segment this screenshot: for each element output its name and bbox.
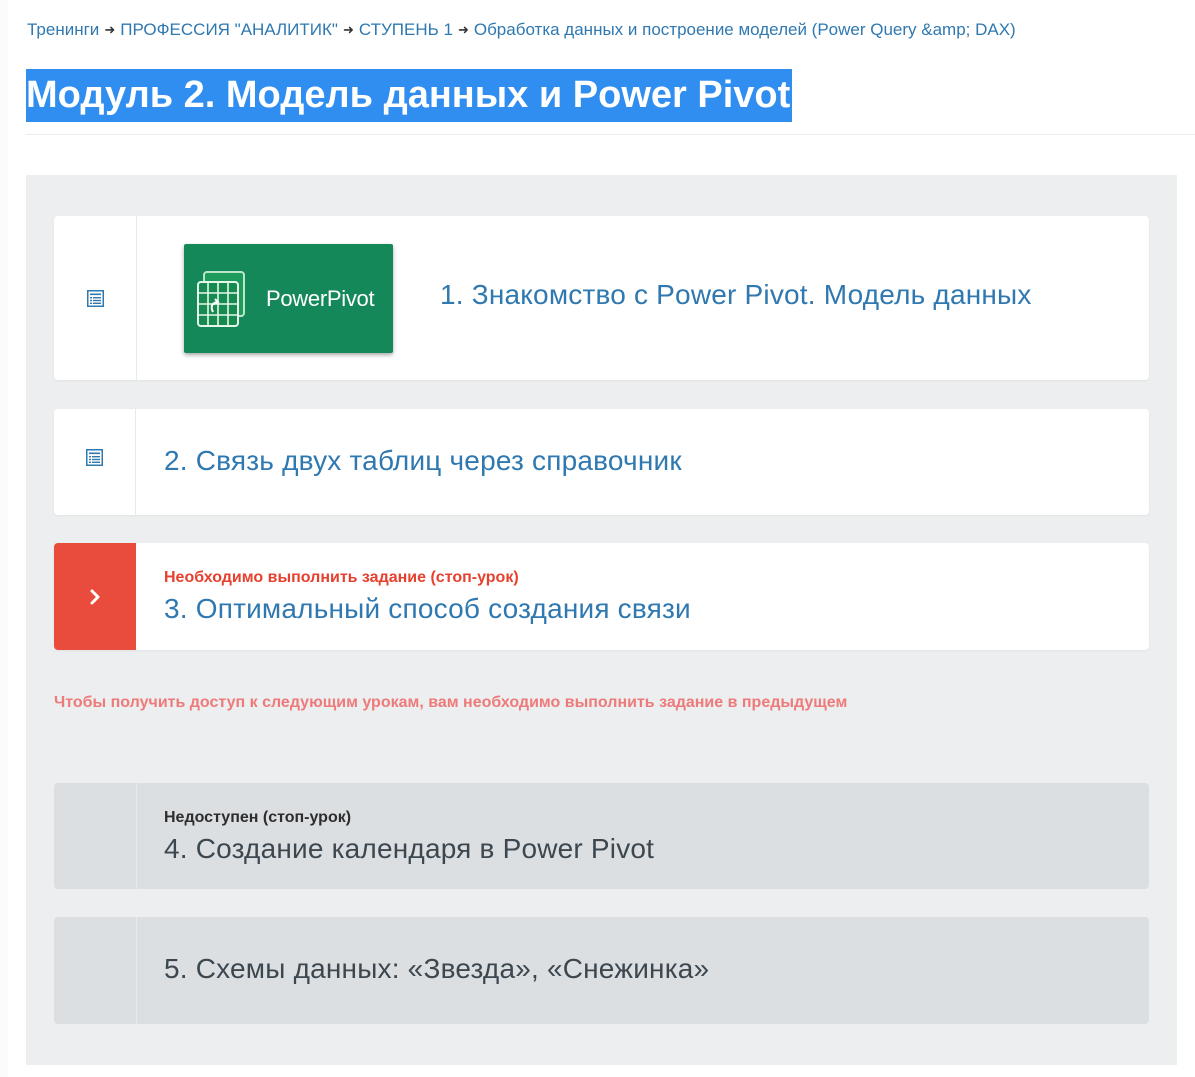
lesson-item[interactable]: PowerPivot 1. Знакомство с Power Pivot. …: [54, 216, 1149, 380]
lesson-status: Недоступен (стоп-урок): [164, 809, 352, 826]
breadcrumb-link-trainings[interactable]: Тренинги: [27, 20, 99, 40]
lesson-side: [54, 409, 136, 515]
chevron-right-icon: [90, 589, 100, 604]
lesson-body: PowerPivot 1. Знакомство с Power Pivot. …: [164, 216, 1129, 380]
lesson-title: 5. Схемы данных: «Звезда», «Снежинка»: [164, 953, 710, 984]
lesson-item-locked: 5. Схемы данных: «Звезда», «Снежинка»: [54, 917, 1149, 1024]
lesson-body: Необходимо выполнить задание (стоп-урок)…: [164, 543, 1129, 650]
lesson-thumbnail[interactable]: PowerPivot: [184, 244, 393, 353]
access-notice: Чтобы получить доступ к следующим урокам…: [54, 694, 848, 711]
list-icon: [86, 289, 104, 307]
lesson-item-locked: Недоступен (стоп-урок) 4. Создание кален…: [54, 783, 1149, 889]
breadcrumb-arrow-icon: ➜: [342, 22, 354, 37]
breadcrumb-link-course[interactable]: Обработка данных и построение моделей (P…: [474, 20, 1016, 40]
breadcrumb-link-step[interactable]: СТУПЕНЬ 1: [359, 20, 453, 40]
lesson-body: 2. Связь двух таблиц через справочник: [164, 409, 1129, 515]
breadcrumb-arrow-icon: ➜: [457, 22, 469, 37]
lesson-title[interactable]: 2. Связь двух таблиц через справочник: [164, 445, 682, 477]
lesson-status: Необходимо выполнить задание (стоп-урок): [164, 569, 519, 586]
breadcrumb: Тренинги ➜ ПРОФЕССИЯ "АНАЛИТИК" ➜ СТУПЕН…: [27, 18, 1016, 42]
lesson-side-accent[interactable]: [54, 543, 136, 650]
breadcrumb-arrow-icon: ➜: [104, 22, 116, 37]
lesson-item-current[interactable]: Необходимо выполнить задание (стоп-урок)…: [54, 543, 1149, 650]
powerpivot-logo-icon: [197, 270, 245, 327]
lesson-side: [54, 917, 137, 1024]
lesson-body: Недоступен (стоп-урок) 4. Создание кален…: [164, 783, 1129, 889]
lesson-item[interactable]: 2. Связь двух таблиц через справочник: [54, 409, 1149, 515]
lesson-side: [54, 783, 137, 889]
title-divider: [26, 134, 1195, 135]
lesson-title[interactable]: 1. Знакомство с Power Pivot. Модель данн…: [440, 279, 1032, 311]
list-icon: [86, 449, 103, 466]
lesson-side: [54, 216, 137, 380]
lesson-title[interactable]: 3. Оптимальный способ создания связи: [164, 593, 691, 625]
lesson-title: 4. Создание календаря в Power Pivot: [164, 833, 655, 864]
thumbnail-text: PowerPivot: [266, 285, 375, 311]
lesson-list: PowerPivot 1. Знакомство с Power Pivot. …: [26, 175, 1177, 1065]
page-title: Модуль 2. Модель данных и Power Pivot: [26, 69, 793, 122]
breadcrumb-link-profession[interactable]: ПРОФЕССИЯ "АНАЛИТИК": [120, 20, 338, 40]
lesson-body: 5. Схемы данных: «Звезда», «Снежинка»: [164, 917, 1129, 1024]
left-edge: [0, 0, 8, 1077]
